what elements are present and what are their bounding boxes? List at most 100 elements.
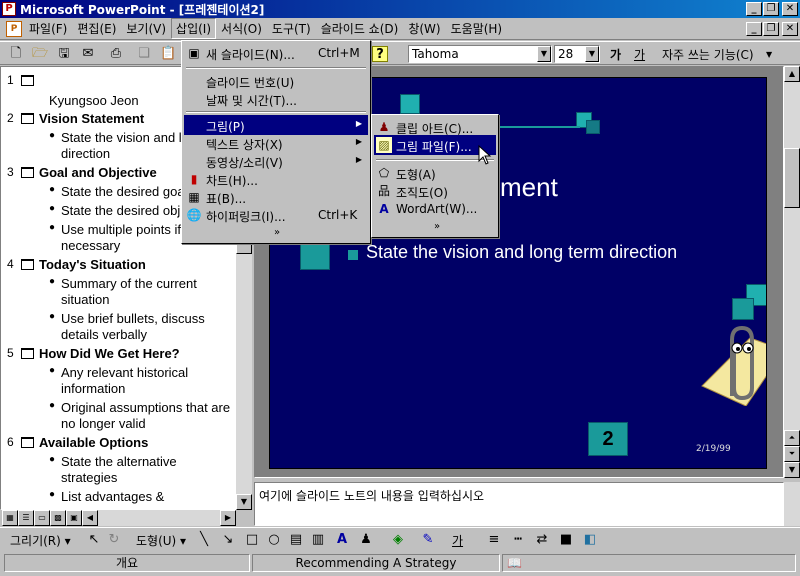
oval-icon[interactable]: ○ [266,532,282,548]
chevron-down-icon[interactable]: ▼ [585,46,599,62]
slide-icon [21,75,34,86]
font-size-select[interactable]: 28 ▼ [554,45,600,63]
doc-minimize-button[interactable]: _ [746,22,762,36]
menu-format[interactable]: 서식(O) [216,18,267,39]
previous-slide-button[interactable]: ⏶ [784,430,800,446]
bullet-icon: ● [49,130,56,141]
outline-view-icon[interactable]: ☰ [18,510,34,526]
decor-square [300,240,330,270]
bullet-text: details verbally [61,327,147,342]
scroll-thumb[interactable] [784,148,800,208]
scroll-left-button[interactable]: ◀ [82,510,98,526]
office-assistant-clippy-icon[interactable] [690,310,767,406]
shadow-icon[interactable]: ■ [558,532,574,548]
menu-item-chart[interactable]: ▮ 차트(H)... [184,169,368,189]
menu-item-table[interactable]: ▦ 표(B)... [184,187,368,207]
horizontal-scroll-track[interactable] [98,510,220,526]
doc-restore-button[interactable]: ❐ [763,22,779,36]
minimize-button[interactable]: _ [746,2,762,16]
scroll-down-button[interactable]: ▼ [784,462,800,478]
bullet-text: strategies [61,470,118,485]
font-color-button[interactable]: 가 [452,532,463,549]
powerpoint-app-icon[interactable]: P [2,2,16,16]
menu-window[interactable]: 창(W) [403,18,445,39]
menu-item-picture[interactable]: 그림(P) ▶ [184,115,368,135]
slideshow-view-icon[interactable]: ▣ [66,510,82,526]
print-icon[interactable]: ⎙ [108,46,124,62]
text-box-vertical-icon[interactable]: ▥ [310,532,326,548]
wordart-icon[interactable]: A [334,532,350,548]
menu-edit[interactable]: 편집(E) [72,18,121,39]
text-box-icon[interactable]: ▤ [288,532,304,548]
doc-close-button[interactable]: ✕ [782,22,798,36]
email-icon[interactable]: ✉ [80,46,96,62]
slide-icon [21,259,34,270]
free-rotate-icon[interactable]: ↻ [106,532,122,548]
menu-item-org-chart[interactable]: 品 조직도(O) [374,181,496,201]
arrow-style-icon[interactable]: ⇄ [534,532,550,548]
insert-clipart-icon[interactable]: ♟ [358,532,374,548]
fill-color-icon[interactable]: ◈ [390,532,406,548]
next-slide-button[interactable]: ⏷ [784,446,800,462]
menu-item-slide-number[interactable]: 슬라이드 번호(U) [184,71,368,91]
scroll-up-button[interactable]: ▲ [784,66,800,82]
font-name-select[interactable]: Tahoma ▼ [408,45,552,63]
save-icon[interactable]: 🖫 [56,46,72,62]
close-button[interactable]: ✕ [782,2,798,16]
menu-item-autoshapes[interactable]: ⬠ 도형(A) [374,163,496,183]
autoshapes-button[interactable]: 도형(U) ▾ [136,532,186,549]
dash-style-icon[interactable]: ┅ [510,532,526,548]
3d-icon[interactable]: ◧ [582,532,598,548]
frequent-commands-button[interactable]: 자주 쓰는 기능(C) [662,46,754,63]
menu-insert[interactable]: 삽입(I) [171,18,217,39]
menu-view[interactable]: 보기(V) [121,18,171,39]
help-icon[interactable]: ? [372,46,388,62]
expand-menu-chevron-icon[interactable]: » [262,227,292,238]
scroll-right-button[interactable]: ▶ [220,510,236,526]
bullet-text: direction [61,146,111,161]
slide-title-text[interactable]: ment [500,172,558,203]
menu-item-movie-sound[interactable]: 동영상/소리(V) ▶ [184,151,368,171]
menu-item-label: 하이퍼링크(I)... [206,210,286,224]
notes-scrollbar[interactable] [784,482,800,526]
select-pointer-icon[interactable]: ↖ [86,532,102,548]
scroll-down-button[interactable]: ▼ [236,494,252,510]
menu-item-hyperlink[interactable]: 🌐 하이퍼링크(I)... Ctrl+K [184,205,368,225]
copy-icon[interactable]: ❏ [136,46,152,62]
normal-view-icon[interactable]: ▦ [2,510,18,526]
notes-pane[interactable]: 여기에 슬라이드 노트의 내용을 입력하십시오 [254,482,784,526]
line-icon[interactable]: ╲ [196,532,212,548]
slide-view-icon[interactable]: ▭ [34,510,50,526]
menu-item-text-box[interactable]: 텍스트 상자(X) ▶ [184,133,368,153]
document-icon[interactable]: P [6,20,22,37]
paste-icon[interactable]: 📋 [160,46,176,62]
bullet-text: situation [61,292,110,307]
underline-button[interactable]: 가 [634,46,645,63]
menu-tools[interactable]: 도구(T) [267,18,316,39]
menu-item-clip-art[interactable]: ♟ 클립 아트(C)... [374,117,496,137]
new-document-icon[interactable]: 🗋 [8,46,24,62]
restore-button[interactable]: ❐ [763,2,779,16]
line-color-icon[interactable]: ✎ [420,532,436,548]
rectangle-icon[interactable]: □ [244,532,260,548]
menu-file[interactable]: 파일(F) [24,18,72,39]
menu-item-new-slide[interactable]: ▣ 새 슬라이드(N)... Ctrl+M [184,43,368,63]
draw-menu-button[interactable]: 그리기(R) ▾ [10,532,71,549]
status-spelling: 📖 [502,554,796,572]
view-buttons: ▦ ☰ ▭ ▩ ▣ ◀ ▶ [0,510,236,526]
bold-button[interactable]: 가 [610,46,621,63]
chevron-down-icon[interactable]: ▼ [766,50,772,59]
open-folder-icon[interactable]: 🗁 [32,46,48,62]
expand-menu-chevron-icon[interactable]: » [422,221,452,232]
slide-bullet-text[interactable]: State the vision and long term direction [366,242,677,263]
chevron-down-icon[interactable]: ▼ [537,46,551,62]
menu-slideshow[interactable]: 슬라이드 쇼(D) [316,18,404,39]
spelling-check-icon: 📖 [507,556,522,570]
menu-item-wordart[interactable]: A WordArt(W)... [374,199,496,219]
line-style-icon[interactable]: ≡ [486,532,502,548]
menu-help[interactable]: 도움말(H) [446,18,508,39]
arrow-icon[interactable]: ↘ [220,532,236,548]
menu-item-date-time[interactable]: 날짜 및 시간(T)... [184,89,368,109]
slide-scrollbar[interactable]: ▲ ⏶ ⏷ ▼ [784,66,800,478]
slide-sorter-view-icon[interactable]: ▩ [50,510,66,526]
